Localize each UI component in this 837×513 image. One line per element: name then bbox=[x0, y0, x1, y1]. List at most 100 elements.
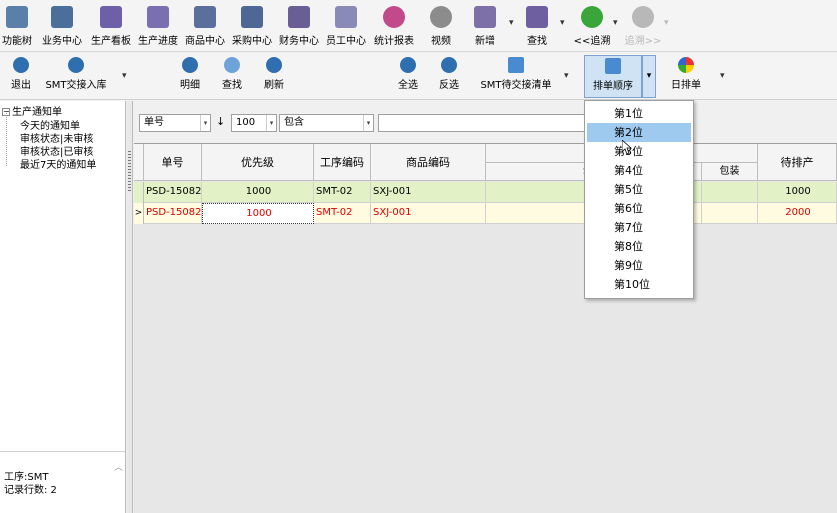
smt-pending-dropdown-arrow[interactable]: ▾ bbox=[564, 71, 569, 81]
status-panel: 工序:SMT 记录行数: 2 ︿ bbox=[0, 451, 125, 513]
count-select-value: 100 bbox=[236, 117, 256, 128]
back-arrow-icon bbox=[581, 6, 603, 28]
module-report[interactable]: 统计报表 bbox=[371, 6, 417, 50]
smt-in-dropdown-arrow[interactable]: ▾ bbox=[122, 71, 127, 81]
module-label: 新增 bbox=[475, 36, 495, 47]
smt-in-button[interactable]: SMT交接入库 bbox=[38, 57, 114, 97]
smt-pending-list-button[interactable]: SMT待交接清单 bbox=[478, 57, 554, 97]
find-dropdown-arrow[interactable]: ▾ bbox=[560, 18, 565, 28]
sort-order-label: 排单顺序 bbox=[593, 81, 633, 92]
column-header-process-code[interactable]: 工序编码 bbox=[314, 144, 371, 181]
invert-selection-button[interactable]: 反选 bbox=[434, 57, 464, 97]
trace-forward-button[interactable]: 追溯>> bbox=[623, 6, 663, 50]
sort-direction-icon[interactable]: ↓ bbox=[216, 115, 225, 128]
row-indicator[interactable] bbox=[134, 182, 144, 203]
module-menu-tree[interactable]: 功能树 bbox=[0, 6, 34, 50]
operator-select[interactable]: 包含 ▾ bbox=[279, 114, 374, 132]
search-label: 查找 bbox=[222, 80, 242, 91]
table-row[interactable]: > PSD-150823- 1000 SMT-02 SXJ-001 2000 bbox=[134, 203, 837, 224]
module-purchase[interactable]: 采购中心 bbox=[229, 6, 275, 50]
module-label: 财务中心 bbox=[279, 36, 319, 47]
detail-button[interactable]: 明细 bbox=[176, 57, 204, 97]
refresh-button[interactable]: 刷新 bbox=[260, 57, 288, 97]
menu-item-position-7[interactable]: 第7位 bbox=[587, 218, 691, 237]
cell-product-code[interactable]: SXJ-001 bbox=[371, 182, 486, 203]
count-select[interactable]: 100 ▾ bbox=[231, 114, 277, 132]
module-progress[interactable]: 生产进度 bbox=[135, 6, 181, 50]
cell-product-code[interactable]: SXJ-001 bbox=[371, 203, 486, 224]
module-production-board[interactable]: 生产看板 bbox=[88, 6, 134, 50]
trace-back-dropdown-arrow[interactable]: ▾ bbox=[613, 18, 618, 28]
splitter-grip[interactable] bbox=[128, 151, 131, 191]
menu-item-position-3[interactable]: 第3位 bbox=[587, 142, 691, 161]
module-business[interactable]: 业务中心 bbox=[38, 6, 86, 50]
menu-item-position-10[interactable]: 第10位 bbox=[587, 275, 691, 294]
module-label: 业务中心 bbox=[42, 36, 82, 47]
color-wheel-icon bbox=[678, 57, 694, 73]
column-header-product-code[interactable]: 商品编码 bbox=[371, 144, 486, 181]
operator-select-value: 包含 bbox=[284, 117, 304, 128]
menu-item-position-5[interactable]: 第5位 bbox=[587, 180, 691, 199]
new-dropdown-arrow[interactable]: ▾ bbox=[509, 18, 514, 28]
find-button[interactable]: 查找 bbox=[522, 6, 552, 50]
panel-splitter[interactable] bbox=[127, 101, 133, 513]
business-icon bbox=[51, 6, 73, 28]
sort-order-dropdown-arrow[interactable]: ▾ bbox=[642, 55, 656, 98]
report-icon bbox=[383, 6, 405, 28]
tree-panel: − 生产通知单 今天的通知单 审核状态|未审核 审核状态|已审核 最近7天的通知单… bbox=[0, 101, 126, 513]
module-product[interactable]: 商品中心 bbox=[182, 6, 228, 50]
tree-root[interactable]: − 生产通知单 bbox=[2, 103, 62, 118]
cell-pending[interactable]: 2000 bbox=[758, 203, 837, 224]
search-input[interactable] bbox=[378, 114, 588, 132]
tree-item-last7days[interactable]: 最近7天的通知单 bbox=[20, 156, 96, 171]
menu-item-position-6[interactable]: 第6位 bbox=[587, 199, 691, 218]
menu-item-position-1[interactable]: 第1位 bbox=[587, 104, 691, 123]
menu-item-position-8[interactable]: 第8位 bbox=[587, 237, 691, 256]
chevron-down-icon[interactable]: ▾ bbox=[200, 115, 210, 131]
module-employee[interactable]: 员工中心 bbox=[323, 6, 369, 50]
module-label: <<追溯 bbox=[573, 36, 611, 47]
data-grid: 单号 优先级 工序编码 商品编码 SMT 包装 待排产 PSD-150823- … bbox=[134, 143, 837, 513]
module-label: 商品中心 bbox=[185, 36, 225, 47]
cell-priority[interactable]: 1000 bbox=[202, 182, 314, 203]
cell-pack[interactable] bbox=[702, 182, 758, 203]
menu-item-position-4[interactable]: 第4位 bbox=[587, 161, 691, 180]
current-row-indicator-icon[interactable]: > bbox=[134, 203, 144, 224]
column-header-order-no[interactable]: 单号 bbox=[144, 144, 202, 181]
exit-button[interactable]: 退出 bbox=[6, 57, 36, 97]
module-finance[interactable]: 财务中心 bbox=[276, 6, 322, 50]
video-icon bbox=[430, 6, 452, 28]
scroll-up-icon[interactable]: ︿ bbox=[114, 460, 123, 473]
menu-item-position-9[interactable]: 第9位 bbox=[587, 256, 691, 275]
search-button[interactable]: 查找 bbox=[218, 57, 246, 97]
new-button[interactable]: 新增 bbox=[470, 6, 500, 50]
cell-process-code[interactable]: SMT-02 bbox=[314, 182, 371, 203]
cell-pending[interactable]: 1000 bbox=[758, 182, 837, 203]
cell-priority-editing[interactable]: 1000 bbox=[202, 203, 314, 224]
module-label: 查找 bbox=[527, 36, 547, 47]
table-row[interactable]: PSD-150823- 1000 SMT-02 SXJ-001 1000 bbox=[134, 182, 837, 203]
menu-tree-icon bbox=[6, 6, 28, 28]
select-all-button[interactable]: 全选 bbox=[393, 57, 423, 97]
module-label: 追溯>> bbox=[624, 36, 662, 47]
chevron-down-icon[interactable]: ▾ bbox=[363, 115, 373, 131]
chevron-down-icon[interactable]: ▾ bbox=[266, 115, 276, 131]
column-header-pending[interactable]: 待排产 bbox=[758, 144, 837, 181]
smt-in-label: SMT交接入库 bbox=[45, 80, 107, 91]
cell-pack[interactable] bbox=[702, 203, 758, 224]
module-label: 生产看板 bbox=[91, 36, 131, 47]
sort-order-button[interactable]: 排单顺序 bbox=[584, 55, 642, 98]
column-header-priority[interactable]: 优先级 bbox=[202, 144, 314, 181]
daily-dropdown-arrow[interactable]: ▾ bbox=[720, 71, 725, 81]
cell-order-no[interactable]: PSD-150823- bbox=[144, 203, 202, 224]
field-select[interactable]: 单号 ▾ bbox=[139, 114, 211, 132]
module-label: 功能树 bbox=[2, 36, 32, 47]
cell-order-no[interactable]: PSD-150823- bbox=[144, 182, 202, 203]
module-video[interactable]: 视频 bbox=[427, 6, 455, 50]
cell-process-code[interactable]: SMT-02 bbox=[314, 203, 371, 224]
menu-item-position-2[interactable]: 第2位 bbox=[587, 123, 691, 142]
trace-forward-dropdown-arrow[interactable]: ▾ bbox=[664, 18, 669, 28]
column-header-pack[interactable]: 包装 bbox=[702, 163, 758, 181]
daily-schedule-button[interactable]: 日排单 bbox=[668, 57, 704, 97]
trace-back-button[interactable]: <<追溯 bbox=[572, 6, 612, 50]
